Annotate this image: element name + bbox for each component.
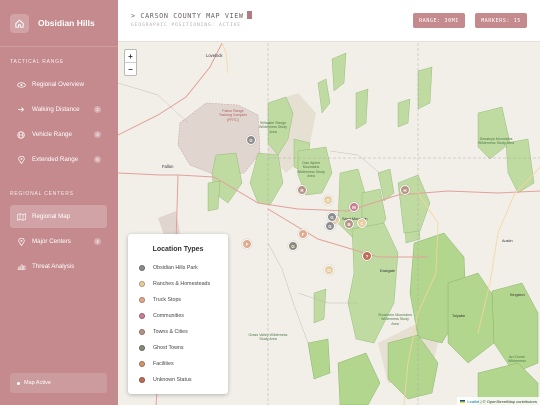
map-marker[interactable]: C — [357, 218, 367, 228]
sidebar: Obsidian Hills TACTICAL RANGE Regional O… — [0, 0, 118, 405]
map-label-desatoya: Desatoya Mountains Wilderness Study Area — [477, 137, 515, 146]
map-label-arc-dome: Arc Dome Wilderness — [508, 355, 526, 364]
legend-swatch — [139, 313, 145, 319]
legend-item: Ranches & Homesteads — [139, 281, 210, 287]
count-badge: 5 — [94, 156, 101, 163]
map-label-grass-valley: Grass Valley Wilderness Study Area — [248, 333, 288, 342]
map-marker[interactable]: O — [323, 195, 333, 205]
nav-label: Major Centers — [32, 238, 71, 245]
page-title: > CARSON COUNTY MAP VIEW — [131, 11, 252, 20]
nav-extended-range[interactable]: Extended Range 5 — [10, 149, 107, 170]
zoom-in-button[interactable]: + — [125, 50, 136, 63]
map-marker[interactable]: G — [246, 135, 256, 145]
nav-label: Regional Map — [32, 213, 71, 220]
nav-walking-distance[interactable]: Walking Distance 2 — [10, 99, 107, 120]
nav-vehicle-range[interactable]: Vehicle Range 3 — [10, 124, 107, 145]
page-subtitle: GEOGRAPHIC POSITIONING: ACTIVE — [131, 23, 241, 28]
legend-swatch — [139, 329, 145, 335]
legend-item: Ghost Towns — [139, 345, 184, 351]
legend-item: Truck Stops — [139, 297, 181, 303]
arrow-right-icon — [16, 106, 26, 113]
osm-attribution: | © OpenStreetMap contributors — [480, 398, 537, 404]
map-marker[interactable]: B — [344, 219, 354, 229]
nav-label: Threat Analysis — [32, 263, 75, 270]
map-label-shoshone: Shoshone Mountains Wilderness Study Area — [378, 313, 412, 326]
status-dot — [17, 381, 20, 385]
leaflet-link[interactable]: Leaflet — [467, 399, 479, 404]
map-label-austin: Austin — [502, 239, 513, 243]
nav-regional-overview[interactable]: Regional Overview — [10, 74, 107, 95]
globe-icon — [16, 130, 26, 139]
map-legend: Location Types Obsidian Hills Park Ranch… — [128, 234, 228, 394]
nav-label: Walking Distance — [32, 106, 80, 113]
legend-swatch — [139, 281, 145, 287]
legend-swatch — [139, 377, 145, 383]
zoom-control: + − — [124, 49, 137, 76]
brand-header: Obsidian Hills — [0, 0, 118, 47]
map-marker[interactable]: R — [297, 185, 307, 195]
map-icon — [16, 212, 26, 221]
map-label-lovelock: Lovelock — [206, 53, 223, 58]
legend-swatch — [139, 361, 145, 367]
map-label-toiyabe: Toiyabe — [452, 314, 466, 318]
map-label-fallon-range: Fallon Range Training Complex (FRTC) — [218, 109, 248, 122]
cursor-block — [246, 11, 252, 19]
legend-item: Facilities — [139, 361, 174, 367]
nav-major-centers[interactable]: Major Centers 4 — [10, 231, 107, 252]
map-marker[interactable]: G — [327, 212, 337, 222]
nav-label: Regional Overview — [32, 81, 84, 88]
legend-item: Unknown Status — [139, 377, 192, 383]
nav-label: Extended Range — [32, 156, 79, 163]
brand-name: Obsidian Hills — [38, 18, 95, 28]
map-marker[interactable]: H — [400, 185, 410, 195]
tactical-range-title: TACTICAL RANGE — [10, 59, 64, 65]
nav-threat-analysis[interactable]: Threat Analysis — [10, 256, 107, 277]
map-label-eastgate: Eastgate — [380, 269, 395, 273]
chart-icon — [16, 263, 26, 270]
map-marker[interactable]: O — [324, 265, 334, 275]
map-marker[interactable]: M — [349, 202, 359, 212]
range-badge: RANGE: 30MI — [413, 13, 465, 28]
map-marker[interactable]: F — [242, 239, 252, 249]
legend-item: Towns & Cities — [139, 329, 188, 335]
legend-swatch — [139, 345, 145, 351]
map-marker[interactable]: G — [325, 221, 335, 231]
home-icon[interactable] — [10, 13, 29, 33]
legend-swatch — [139, 297, 145, 303]
markers-badge: MARKERS: 15 — [475, 13, 527, 28]
eye-icon — [16, 81, 26, 88]
legend-item: Communities — [139, 313, 184, 319]
legend-item: Obsidian Hills Park — [139, 265, 198, 271]
nav-label: Vehicle Range — [32, 131, 72, 138]
zoom-out-button[interactable]: − — [125, 63, 136, 76]
legend-title: Location Types — [152, 246, 204, 253]
count-badge: 3 — [94, 131, 101, 138]
pin-icon — [16, 155, 26, 164]
map-attribution: Leaflet | © OpenStreetMap contributors — [457, 397, 540, 405]
map-marker[interactable]: G — [288, 241, 298, 251]
map-label-kingston: Kingston — [510, 293, 525, 297]
top-header: > CARSON COUNTY MAP VIEW GEOGRAPHIC POSI… — [118, 0, 540, 42]
legend-swatch — [139, 265, 145, 271]
flag-icon — [460, 399, 466, 403]
count-badge: 4 — [94, 238, 101, 245]
map-status: Map Active — [10, 373, 107, 393]
map-label-stillwater: Stillwater Range Wilderness Study Area — [259, 121, 287, 134]
map-marker[interactable]: ? — [362, 251, 372, 261]
map-label-fallon: Fallon — [162, 164, 174, 169]
map-marker[interactable]: F — [298, 229, 308, 239]
nav-regional-map[interactable]: Regional Map — [10, 205, 107, 228]
count-badge: 2 — [94, 106, 101, 113]
regional-centers-title: REGIONAL CENTERS — [10, 191, 74, 197]
map-status-label: Map Active — [24, 380, 51, 386]
map-label-clan-alpine: Clan Alpine Mountains Wilderness Study A… — [297, 161, 325, 178]
pin-icon — [16, 237, 26, 246]
